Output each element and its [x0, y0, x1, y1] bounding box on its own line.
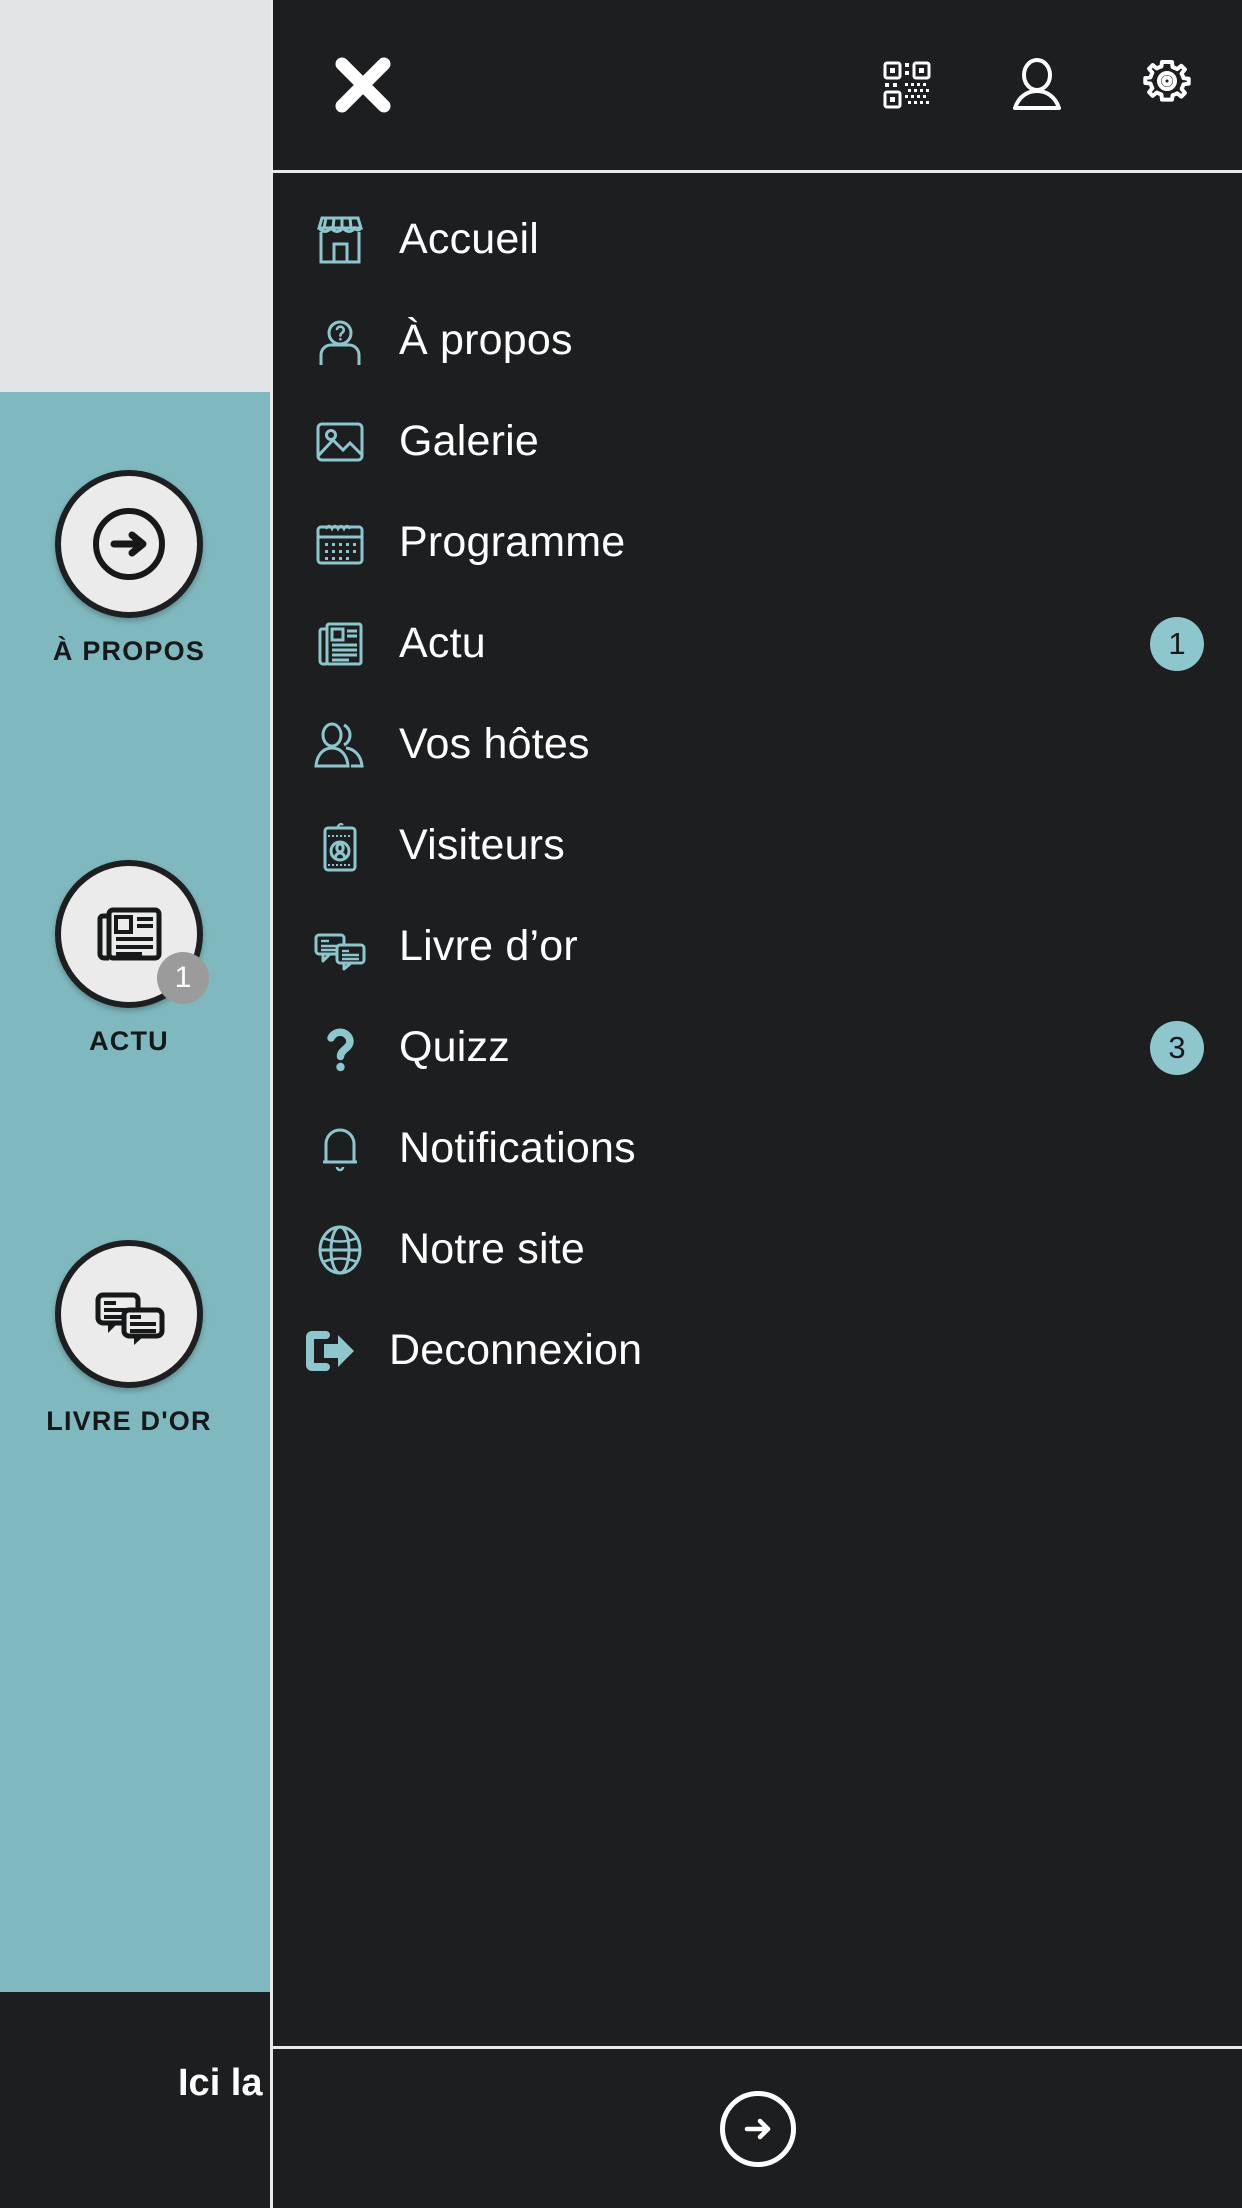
question-mark-icon [307, 1015, 373, 1081]
bg-nav-label: À PROPOS [52, 636, 206, 666]
menu-item-programme[interactable]: Programme [273, 492, 1242, 593]
close-x-icon [332, 54, 394, 116]
menu-item-label: Galerie [399, 417, 540, 465]
app-root: À PROPOS 1 ACTU LIVRE D'OR Ici la Accuei… [0, 0, 1242, 2208]
settings-button[interactable] [1140, 58, 1194, 112]
close-drawer-button[interactable] [325, 47, 401, 123]
storefront-icon [307, 207, 373, 273]
qr-code-button[interactable] [880, 58, 934, 112]
menu-item-label: Actu [399, 619, 486, 667]
menu-item-label: Notre site [399, 1225, 586, 1273]
chat-bubbles-icon [307, 914, 373, 980]
bg-nav-label: ACTU [89, 1026, 169, 1056]
drawer-header [273, 0, 1242, 173]
menu-item-label: Livre d’or [399, 922, 578, 970]
bg-nav-label: LIVRE D'OR [46, 1406, 212, 1436]
globe-icon [307, 1217, 373, 1283]
bg-nav-button-livre-dor[interactable]: LIVRE D'OR [0, 1240, 279, 1437]
menu-item-label: Vos hôtes [399, 720, 590, 768]
menu-item-label: Deconnexion [389, 1326, 643, 1374]
menu-item-label: Programme [399, 518, 626, 566]
menu-item-label: Accueil [399, 215, 540, 263]
bell-icon [307, 1116, 373, 1182]
menu-item-livre-dor[interactable]: Livre d’or [273, 896, 1242, 997]
drawer-menu-list: Accueil À propos Galerie Programme Actu … [273, 173, 1242, 2046]
menu-item-visiteurs[interactable]: Visiteurs [273, 795, 1242, 896]
menu-item-label: Visiteurs [399, 821, 565, 869]
newspaper-icon [87, 892, 171, 976]
menu-item-notre-site[interactable]: Notre site [273, 1199, 1242, 1300]
header-icon-group [880, 58, 1194, 112]
menu-item-galerie[interactable]: Galerie [273, 391, 1242, 492]
settings-gear-icon [1140, 58, 1194, 112]
two-people-icon [307, 712, 373, 778]
background-bottom-text: Ici la [178, 2062, 263, 2104]
menu-item-deconnexion[interactable]: Deconnexion [273, 1300, 1242, 1401]
image-photo-icon [307, 409, 373, 475]
menu-item-badge: 3 [1150, 1020, 1204, 1075]
bg-nav-button-actu[interactable]: 1 ACTU [0, 860, 279, 1057]
user-profile-button[interactable] [1010, 58, 1064, 112]
menu-item-badge: 1 [1150, 616, 1204, 671]
bg-nav-button-a-propos[interactable]: À PROPOS [0, 470, 279, 667]
footer-next-button[interactable] [719, 2090, 796, 2167]
arrow-circle-right-icon [83, 498, 175, 590]
drawer-footer [273, 2046, 1242, 2208]
newspaper-icon [307, 611, 373, 677]
calendar-icon [307, 510, 373, 576]
menu-item-notifications[interactable]: Notifications [273, 1098, 1242, 1199]
user-profile-icon [1011, 58, 1063, 112]
navigation-drawer: Accueil À propos Galerie Programme Actu … [270, 0, 1242, 2208]
bg-nav-circle[interactable] [55, 470, 203, 618]
menu-item-label: Quizz [399, 1023, 510, 1071]
arrow-circle-right-icon [737, 2108, 779, 2150]
id-badge-icon [307, 813, 373, 879]
person-question-icon [307, 308, 373, 374]
chat-bubbles-icon [86, 1271, 172, 1357]
menu-item-actu[interactable]: Actu 1 [273, 593, 1242, 694]
menu-item-accueil[interactable]: Accueil [273, 189, 1242, 290]
menu-item-a-propos[interactable]: À propos [273, 290, 1242, 391]
qr-code-icon [881, 59, 933, 111]
menu-item-label: À propos [399, 316, 573, 364]
bg-nav-circle[interactable]: 1 [55, 860, 209, 1008]
menu-item-label: Notifications [399, 1124, 636, 1172]
menu-item-quizz[interactable]: Quizz 3 [273, 997, 1242, 1098]
menu-item-vos-hotes[interactable]: Vos hôtes [273, 694, 1242, 795]
bg-nav-badge: 1 [157, 952, 209, 1004]
bg-nav-circle[interactable] [55, 1240, 203, 1388]
logout-icon [297, 1318, 363, 1384]
